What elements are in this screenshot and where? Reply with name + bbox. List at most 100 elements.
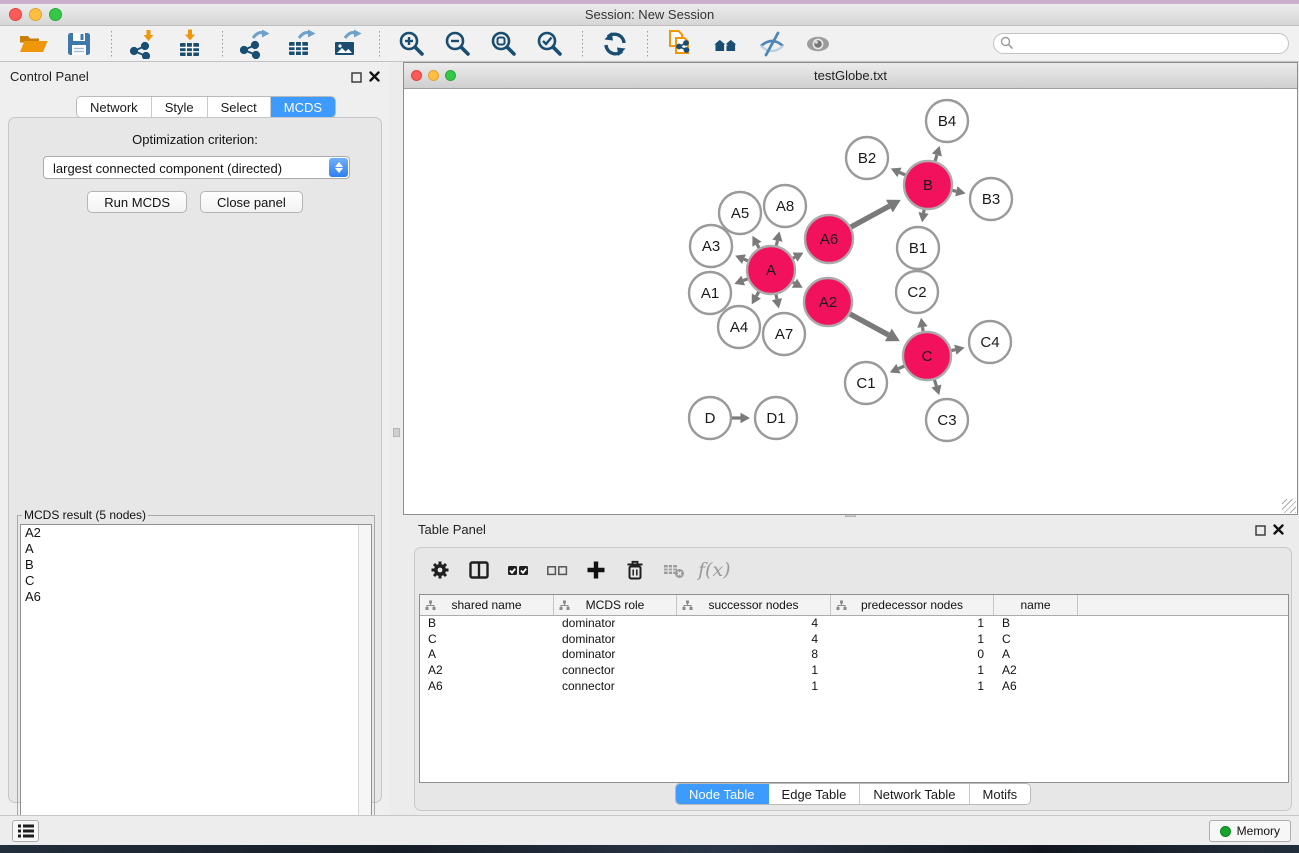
clear-checkboxes-button[interactable] [542,556,572,584]
graph-node-B[interactable]: B [904,161,952,209]
open-file-button[interactable] [17,28,49,60]
import-table-button[interactable] [174,28,206,60]
table-cell[interactable]: 1 [677,679,831,695]
table-cell[interactable]: 4 [677,632,831,648]
table-cell[interactable]: C [994,632,1078,648]
graph-node-C3[interactable]: C3 [926,399,968,441]
table-cell[interactable]: dominator [554,616,677,632]
graph-edge-A-A8[interactable] [772,231,782,245]
zoom-in-button[interactable] [396,28,428,60]
memory-button[interactable]: Memory [1209,820,1291,842]
run-mcds-button[interactable]: Run MCDS [87,191,187,213]
table-cell[interactable]: 1 [831,616,994,632]
graph-node-A3[interactable]: A3 [690,225,732,267]
export-table-button[interactable] [285,28,317,60]
delete-button[interactable] [620,556,650,584]
table-cell[interactable]: B [420,616,554,632]
tab-node-table[interactable]: Node Table [676,784,769,804]
table-cell[interactable]: 4 [677,616,831,632]
network-canvas[interactable]: B4B2BB3A8A5A6A3B1AC2A1A2A4A7C4CC1C3DD1 [404,89,1297,514]
table-cell[interactable]: 0 [831,647,994,663]
graph-node-A7[interactable]: A7 [763,313,805,355]
refresh-button[interactable] [599,28,631,60]
gear-button[interactable] [425,556,455,584]
vertical-splitter-grip[interactable] [393,428,400,437]
column-header-shared-name[interactable]: shared name [420,595,554,615]
graph-edge-A6-B[interactable] [851,200,901,227]
table-cell[interactable]: A6 [994,679,1078,695]
graph-node-D1[interactable]: D1 [755,397,797,439]
network-zoom-button[interactable] [445,70,456,81]
column-header-name[interactable]: name [994,595,1078,615]
table-cell[interactable]: A2 [994,663,1078,679]
graph-edge-C-C3[interactable] [931,380,941,395]
tab-network-table[interactable]: Network Table [860,784,969,804]
open-homepage-button[interactable] [710,28,742,60]
result-list-scrollbar[interactable] [358,525,371,848]
graph-edge-A-A1[interactable] [734,276,747,286]
graph-node-B3[interactable]: B3 [970,178,1012,220]
column-header-MCDS-role[interactable]: MCDS role [554,595,677,615]
graph-edge-C-C2[interactable] [917,318,927,332]
import-network-button[interactable] [128,28,160,60]
tab-network[interactable]: Network [77,97,152,117]
graph-edge-B-B4[interactable] [932,146,942,161]
select-all-checkboxes-button[interactable] [503,556,533,584]
column-header-predecessor-nodes[interactable]: predecessor nodes [831,595,994,615]
tab-motifs[interactable]: Motifs [970,784,1031,804]
close-window-button[interactable] [9,8,22,21]
table-cell[interactable]: dominator [554,632,677,648]
tab-mcds[interactable]: MCDS [271,97,335,117]
export-image-button[interactable] [331,28,363,60]
mcds-result-item[interactable]: C [21,573,371,589]
graph-edge-A-A3[interactable] [735,254,748,264]
graph-node-A4[interactable]: A4 [718,306,760,348]
zoom-window-button[interactable] [49,8,62,21]
table-cell[interactable]: 1 [831,663,994,679]
graph-edge-A2-C[interactable] [850,314,900,341]
graph-edge-A-A7[interactable] [772,294,782,308]
graph-node-B1[interactable]: B1 [897,227,939,269]
close-panel-button[interactable]: Close panel [200,191,303,213]
graph-edge-A-A5[interactable] [752,236,761,248]
table-cell[interactable]: A [994,647,1078,663]
table-cell[interactable]: A6 [420,679,554,695]
mcds-result-item[interactable]: B [21,557,371,573]
graph-edge-B-B2[interactable] [891,168,905,178]
table-cell[interactable]: connector [554,663,677,679]
graph-node-A6[interactable]: A6 [805,215,853,263]
tab-select[interactable]: Select [208,97,271,117]
network-from-selection-button[interactable] [664,28,696,60]
table-cell[interactable]: B [994,616,1078,632]
network-minimize-button[interactable] [428,70,439,81]
close-panel-icon[interactable] [1273,522,1284,540]
graph-node-B2[interactable]: B2 [846,137,888,179]
float-panel-icon[interactable] [351,70,362,88]
float-panel-icon[interactable] [1255,523,1266,541]
show-graphics-details-button[interactable] [802,28,834,60]
search-input[interactable] [993,33,1289,54]
table-cell[interactable]: 1 [831,679,994,695]
graph-edge-D-D1[interactable] [732,413,750,423]
hide-graphics-details-button[interactable] [756,28,788,60]
graph-node-C2[interactable]: C2 [896,271,938,313]
table-cell[interactable]: 1 [831,632,994,648]
graph-node-B4[interactable]: B4 [926,100,968,142]
criterion-dropdown[interactable]: largest connected component (directed) [43,156,350,179]
table-cell[interactable]: dominator [554,647,677,663]
mcds-result-item[interactable]: A [21,541,371,557]
table-cell[interactable]: A [420,647,554,663]
table-cell[interactable]: 8 [677,647,831,663]
network-close-button[interactable] [411,70,422,81]
save-session-button[interactable] [63,28,95,60]
graph-node-A8[interactable]: A8 [764,185,806,227]
graph-node-A1[interactable]: A1 [689,272,731,314]
table-cell[interactable]: A2 [420,663,554,679]
window-resize-grip[interactable] [1282,499,1296,513]
split-columns-button[interactable] [464,556,494,584]
graph-edge-C-C4[interactable] [951,345,964,355]
graph-edge-A-A4[interactable] [752,292,761,305]
graph-node-A[interactable]: A [747,246,795,294]
graph-node-C[interactable]: C [903,332,951,380]
tab-edge-table[interactable]: Edge Table [769,784,861,804]
